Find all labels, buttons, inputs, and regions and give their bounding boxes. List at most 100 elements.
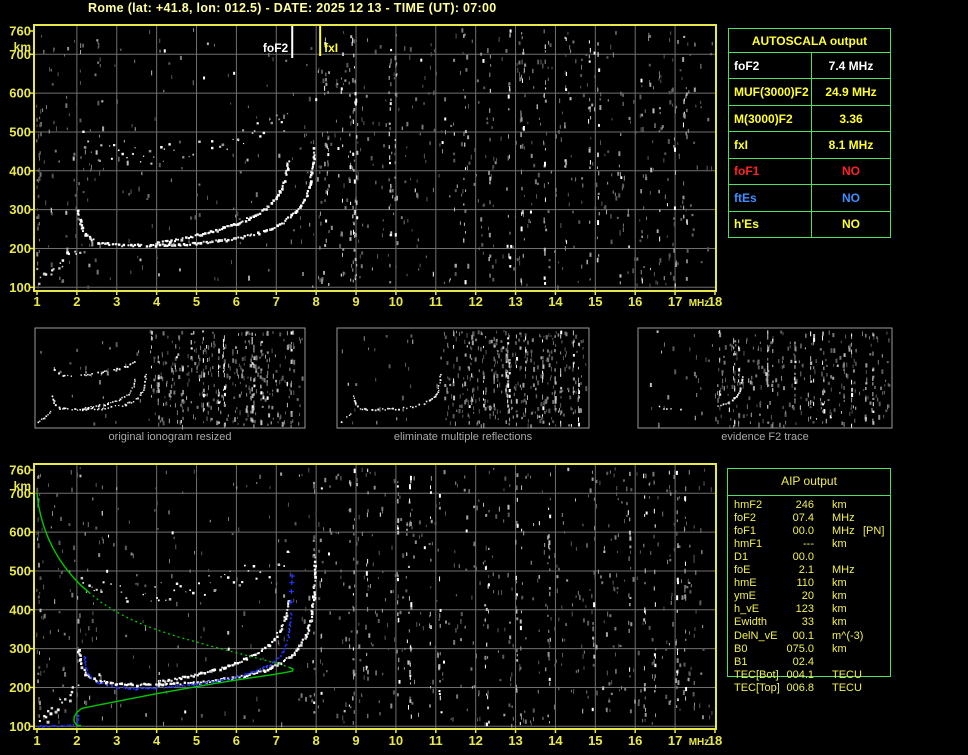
y-tick-label: 400 [9,602,31,617]
aip-row-value: 075.0 [786,642,814,655]
x-tick-label: 7 [273,733,280,748]
autoscala-row-value: 8.1 MHz [828,137,874,152]
aip-row-unit: km [832,499,847,511]
aip-row: B0 075.0 km [728,643,892,655]
y-tick-label: 760 [9,24,31,39]
y-tick-label: 100 [9,280,31,295]
aip-row: Ewidth 33 km [728,616,892,628]
x-tick-label: 18 [708,294,722,309]
x-axis-unit-label: MHz [689,737,710,748]
aip-row: D1 00.0 [728,551,892,563]
autoscala-row-value: NO [842,190,860,205]
x-tick-label: 4 [153,294,161,309]
aip-row-value: 02.4 [792,655,814,668]
x-tick-label: 3 [113,294,120,309]
aip-row: TEC[Top] 006.8 TECU [728,682,892,694]
aip-row-value: 246 [795,499,814,511]
aip-row-unit: MHz [832,564,855,577]
x-tick-label: 1 [33,733,40,748]
aip-row-unit: km [832,577,847,590]
x-tick-label: 12 [468,294,482,309]
x-tick-label: 12 [468,733,482,748]
autoscala-row-label: h'Es [729,211,812,237]
x-tick-label: 8 [313,294,320,309]
aip-row: hmF1 --- km [728,538,892,550]
y-axis-unit-label: km [14,40,31,54]
aip-row-name: B0 [734,642,748,655]
aip-row-value: 2.1 [798,564,814,577]
autoscala-row-label: fxI [729,132,812,158]
aip-row-unit: TECU [832,681,862,694]
aip-row-name: foF1 [734,525,757,538]
aip-row-value: 123 [795,603,814,616]
autoscala-output-screen: Rome (lat: +41.8, lon: 012.5) - DATE: 20… [0,0,968,755]
y-tick-label: 300 [9,641,31,656]
aip-row-unit: MHz [832,525,855,538]
x-tick-label: 2 [73,294,80,309]
aip-row-name: ymE [734,590,756,603]
x-tick-label: 6 [233,733,240,748]
autoscala-output-table: AUTOSCALA output foF2 7.4 MHz MUF(3000)F2 2… [728,28,891,238]
x-tick-label: 13 [508,294,522,309]
x-tick-label: 17 [668,294,682,309]
aip-row-unit: km [832,642,847,655]
aip-row-unit: km [832,603,847,616]
aip-row-unit: MHz [832,512,855,525]
autoscala-row: ftEs NO [729,185,890,212]
y-axis-unit-label: km [14,479,31,493]
aip-row-unit: TECU [832,668,862,681]
autoscala-row-label: ftEs [729,185,812,211]
x-tick-label: 17 [668,733,682,748]
aip-row: B1 02.4 [728,656,892,668]
y-tick-label: 500 [9,124,31,139]
y-tick-label: 500 [9,563,31,578]
plot-border [33,24,717,292]
aip-row-value: 07.4 [792,512,814,525]
aip-row-name: D1 [734,551,749,564]
x-tick-label: 13 [508,733,522,748]
caption-original-ionogram: original ionogram resized [108,431,232,443]
x-tick-label: 9 [352,294,359,309]
autoscala-row-value: 3.36 [839,111,863,126]
aip-row-value: 004.1 [786,668,814,681]
y-tick-label: 100 [9,719,31,734]
y-tick-label: 400 [9,163,31,178]
autoscala-row: h'Es NO [729,211,890,237]
caption-evidence-f2-trace: evidence F2 trace [721,431,809,443]
aip-row: DelN_vE 00.1 m^(-3) [728,630,892,642]
x-tick-label: 16 [628,294,642,309]
aip-row-value: 110 [796,577,814,590]
x-tick-label: 7 [273,294,280,309]
y-tick-label: 200 [9,680,31,695]
aip-row: hmE 110 km [728,577,892,589]
aip-row-value: 006.8 [786,681,814,694]
y-tick-label: 200 [9,241,31,256]
x-tick-label: 3 [113,733,120,748]
aip-row-value: 00.1 [792,629,814,642]
x-tick-label: 16 [628,733,642,748]
aip-row: foF1 00.0 MHz [PN] [728,525,892,537]
x-tick-label: 1 [33,294,40,309]
aip-row-unit: km [832,538,847,551]
aip-row-unit: km [832,590,847,603]
x-tick-label: 14 [548,733,563,748]
autoscala-row: fxI 8.1 MHz [729,132,890,159]
x-tick-label: 10 [389,294,403,309]
autoscala-row-value: 7.4 MHz [828,58,874,73]
aip-row-note: [PN] [863,525,885,538]
aip-row: TEC[Bot] 004.1 TECU [728,669,892,681]
x-tick-label: 11 [429,733,443,748]
aip-title-separator [728,495,890,496]
autoscala-row: foF1 NO [729,158,890,186]
aip-row-name: B1 [734,655,748,668]
aip-row-name: foE [734,564,751,577]
autoscala-row: foF2 7.4 MHz [729,53,890,80]
x-tick-label: 11 [429,294,443,309]
autoscala-row-label: M(3000)F2 [729,105,812,132]
aip-row-value: 33 [801,616,814,629]
x-tick-label: 14 [548,294,563,309]
x-tick-label: 4 [153,733,161,748]
aip-row-value: 00.0 [792,551,814,564]
autoscala-row-value: NO [842,217,860,232]
x-axis-unit-label: MHz [689,298,710,309]
